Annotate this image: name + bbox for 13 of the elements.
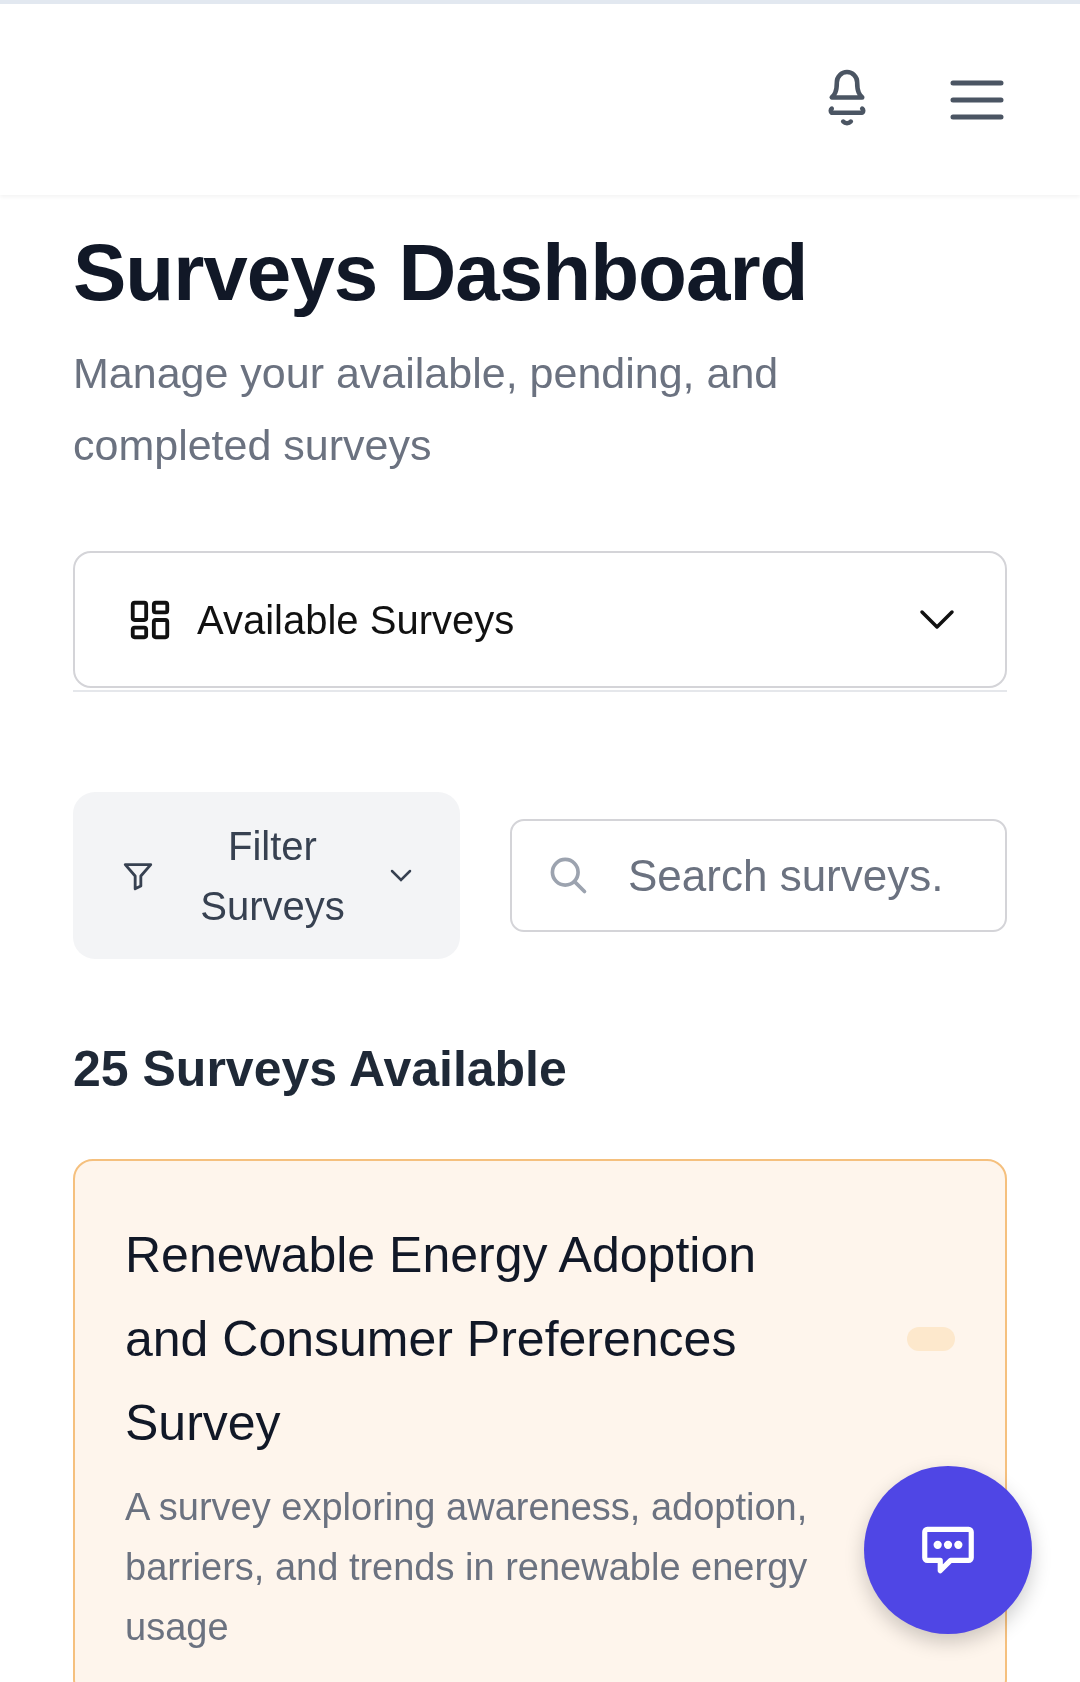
survey-description: A survey exploring awareness, adoption, barriers, and trends in renewable energy usage bbox=[125, 1485, 809, 1650]
page-subtitle: Manage your available, pending, and completed surveys bbox=[73, 348, 780, 471]
survey-title: Renewable Energy Adoption and Consumer Preferences Survey bbox=[125, 1226, 757, 1453]
chevron-down-icon bbox=[390, 868, 412, 883]
search-field[interactable]: Search surveys. bbox=[510, 819, 1007, 932]
survey-view-dropdown[interactable]: Available Surveys bbox=[73, 551, 1007, 688]
menu-icon bbox=[950, 78, 1004, 121]
chevron-down-icon bbox=[919, 608, 955, 631]
survey-count-heading: 25 Surveys Available bbox=[73, 1040, 568, 1099]
survey-card[interactable]: Renewable Energy Adoption and Consumer Preferences Survey A survey exploring awareness, adoption, barriers, and trends in renewable energy usage bbox=[73, 1159, 1007, 1682]
filter-button[interactable]: Filter Surveys bbox=[73, 792, 460, 959]
page-title: Surveys Dashboard bbox=[73, 227, 809, 319]
menu-button[interactable] bbox=[950, 78, 1004, 121]
